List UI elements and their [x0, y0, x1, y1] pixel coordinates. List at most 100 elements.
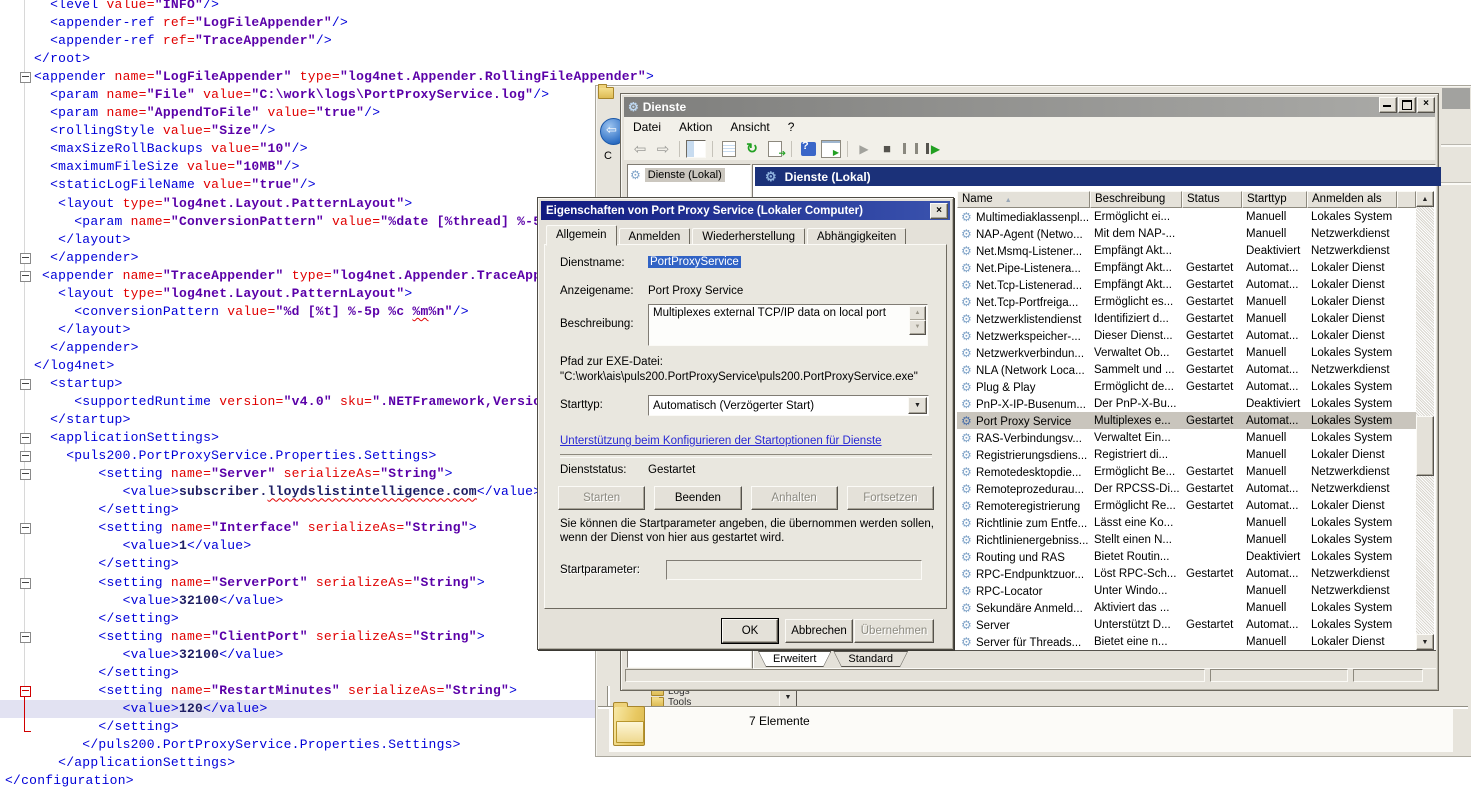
- column-header[interactable]: Starttyp: [1242, 191, 1307, 208]
- table-row[interactable]: ⚙Server für Threads...Bietet eine n...Ma…: [957, 633, 1434, 650]
- fold-collapse-icon[interactable]: [20, 523, 31, 534]
- table-row[interactable]: ⚙PnP-X-IP-Busenum...Der PnP-X-Bu...Deakt…: [957, 395, 1434, 412]
- menu-item[interactable]: Datei: [624, 118, 670, 136]
- menu-item[interactable]: ?: [779, 118, 804, 136]
- table-row[interactable]: ⚙Netzwerkspeicher-...Dieser Dienst...Ges…: [957, 327, 1434, 344]
- chevron-down-icon[interactable]: ▼: [779, 690, 797, 707]
- anhalten-button[interactable]: Anhalten: [751, 486, 838, 510]
- service-gear-icon: ⚙: [961, 278, 976, 292]
- fold-collapse-icon[interactable]: [20, 72, 31, 83]
- table-row[interactable]: ⚙Richtlinie zum Entfe...Lässt eine Ko...…: [957, 514, 1434, 531]
- fold-collapse-icon[interactable]: [20, 451, 31, 462]
- table-cell: Manuell: [1242, 211, 1307, 223]
- table-row[interactable]: ⚙Port Proxy ServiceMultiplexes e...Gesta…: [957, 412, 1434, 429]
- minimize-button[interactable]: [1379, 97, 1397, 113]
- start-service-icon[interactable]: [854, 140, 874, 158]
- table-row[interactable]: ⚙Remoteprozedurau...Der RPCSS-Di...Gesta…: [957, 480, 1434, 497]
- table-row[interactable]: ⚙NetzwerklistendienstIdentifiziert d...G…: [957, 310, 1434, 327]
- table-cell: Automat...: [1242, 619, 1307, 631]
- view-tab-standard[interactable]: Standard: [833, 651, 908, 667]
- fold-collapse-icon[interactable]: [20, 253, 31, 264]
- table-row[interactable]: ⚙Plug & PlayErmöglicht de...GestartetAut…: [957, 378, 1434, 395]
- beenden-button[interactable]: Beenden: [654, 486, 741, 510]
- scroll-up-icon[interactable]: ▲: [909, 306, 926, 321]
- fortsetzen-button[interactable]: Fortsetzen: [847, 486, 934, 510]
- table-row[interactable]: ⚙Sekundäre Anmeld...Aktiviert das ...Man…: [957, 599, 1434, 616]
- fold-collapse-icon[interactable]: [20, 578, 31, 589]
- scroll-up-icon[interactable]: ▲: [1416, 191, 1434, 207]
- starten-button[interactable]: Starten: [558, 486, 645, 510]
- table-row[interactable]: ⚙RemoteregistrierungErmöglicht Re...Gest…: [957, 497, 1434, 514]
- column-header[interactable]: [1397, 191, 1416, 208]
- table-row[interactable]: ⚙Net.Pipe-Listenera...Empfängt Akt...Ges…: [957, 259, 1434, 276]
- big-folder-icon: [613, 706, 645, 746]
- service-gear-icon: ⚙: [961, 601, 976, 615]
- table-row[interactable]: ⚙Richtlinienergebniss...Stellt einen N..…: [957, 531, 1434, 548]
- table-row[interactable]: ⚙Routing und RASBietet Routin...Deaktivi…: [957, 548, 1434, 565]
- properties-icon[interactable]: [722, 141, 736, 157]
- starttyp-dropdown[interactable]: Automatisch (Verzögerter Start) ▼: [648, 395, 929, 416]
- fold-collapse-icon[interactable]: [20, 632, 31, 643]
- table-cell: Manuell: [1242, 466, 1307, 478]
- ok-button[interactable]: OK: [722, 619, 778, 643]
- beschreibung-field[interactable]: Multiplexes external TCP/IP data on loca…: [648, 304, 928, 346]
- table-row[interactable]: ⚙RAS-Verbindungsv...Verwaltet Ein...Manu…: [957, 429, 1434, 446]
- menu-item[interactable]: Ansicht: [721, 118, 778, 136]
- table-row[interactable]: ⚙Registrierungsdiens...Registriert di...…: [957, 446, 1434, 463]
- view-tabs: ErweitertStandard: [754, 650, 1436, 668]
- fold-collapse-icon[interactable]: [20, 469, 31, 480]
- table-row[interactable]: ⚙NAP-Agent (Netwo...Mit dem NAP-...Manue…: [957, 225, 1434, 242]
- stop-service-icon[interactable]: [877, 140, 897, 158]
- column-header[interactable]: Status: [1182, 191, 1242, 208]
- dialog-title-bar[interactable]: Eigenschaften von Port Proxy Service (Lo…: [541, 201, 950, 220]
- menu-item[interactable]: Aktion: [670, 118, 721, 136]
- fold-collapse-icon[interactable]: [20, 271, 31, 282]
- table-cell: Multiplexes e...: [1090, 415, 1182, 427]
- column-header[interactable]: Name▲: [957, 191, 1090, 208]
- scrollbar-thumb[interactable]: [1416, 416, 1434, 476]
- table-row[interactable]: ⚙ServerUnterstützt D...GestartetAutomat.…: [957, 616, 1434, 633]
- column-header[interactable]: Beschreibung: [1090, 191, 1182, 208]
- pause-service-icon[interactable]: [903, 143, 918, 154]
- extended-view-icon[interactable]: [821, 140, 841, 158]
- window-title-bar[interactable]: ⚙ Dienste: [624, 97, 1435, 117]
- table-row[interactable]: ⚙Netzwerkverbindun...Verwaltet Ob...Gest…: [957, 344, 1434, 361]
- fold-collapse-icon[interactable]: [20, 686, 31, 697]
- startoptions-help-link[interactable]: Unterstützung beim Konfigurieren der Sta…: [560, 435, 882, 447]
- table-row[interactable]: ⚙NLA (Network Loca...Sammelt und ...Gest…: [957, 361, 1434, 378]
- table-row[interactable]: ⚙Multimediaklassenpl...Ermöglicht ei...M…: [957, 208, 1434, 225]
- back-icon[interactable]: [630, 140, 650, 158]
- restart-service-icon[interactable]: [923, 140, 943, 158]
- chevron-down-icon[interactable]: ▼: [908, 397, 927, 414]
- table-cell: Gestartet: [1182, 381, 1242, 393]
- fold-collapse-icon[interactable]: [20, 379, 31, 390]
- table-row[interactable]: ⚙Net.Tcp-Listenerad...Empfängt Akt...Ges…: [957, 276, 1434, 293]
- table-row[interactable]: ⚙RPC-LocatorUnter Windo...ManuellNetzwer…: [957, 582, 1434, 599]
- scroll-down-icon[interactable]: ▼: [909, 320, 926, 335]
- tab-allgemein[interactable]: Allgemein: [546, 225, 617, 246]
- vertical-scrollbar[interactable]: ▲ ▼: [1416, 191, 1434, 650]
- startparameter-input[interactable]: [666, 560, 922, 580]
- scroll-down-icon[interactable]: ▼: [1416, 634, 1434, 650]
- view-tab-erweitert[interactable]: Erweitert: [758, 651, 831, 667]
- export-list-icon[interactable]: [768, 141, 782, 157]
- table-row[interactable]: ⚙Net.Msmq-Listener...Empfängt Akt...Deak…: [957, 242, 1434, 259]
- fold-collapse-icon[interactable]: [20, 433, 31, 444]
- forward-icon[interactable]: [653, 140, 673, 158]
- column-header[interactable]: Anmelden als: [1307, 191, 1397, 208]
- table-row[interactable]: ⚙Remotedesktopdie...Ermöglicht Be...Gest…: [957, 463, 1434, 480]
- show-console-tree-icon[interactable]: [686, 140, 706, 158]
- tree-item-dienste-lokal[interactable]: ⚙ Dienste (Lokal): [630, 168, 748, 182]
- refresh-icon[interactable]: [742, 140, 762, 158]
- table-cell: Automat...: [1242, 279, 1307, 291]
- divider: [560, 454, 932, 458]
- startparameter-hint: Sie können die Startparameter angeben, d…: [560, 518, 936, 545]
- close-icon[interactable]: ×: [930, 203, 948, 219]
- apply-button[interactable]: Übernehmen: [854, 619, 934, 643]
- table-row[interactable]: ⚙Net.Tcp-Portfreiga...Ermöglicht es...Ge…: [957, 293, 1434, 310]
- close-button[interactable]: ×: [1417, 97, 1435, 113]
- cancel-button[interactable]: Abbrechen: [785, 619, 853, 643]
- help-icon[interactable]: [801, 142, 816, 156]
- table-row[interactable]: ⚙RPC-Endpunktzuor...Löst RPC-Sch...Gesta…: [957, 565, 1434, 582]
- maximize-button[interactable]: [1398, 97, 1416, 113]
